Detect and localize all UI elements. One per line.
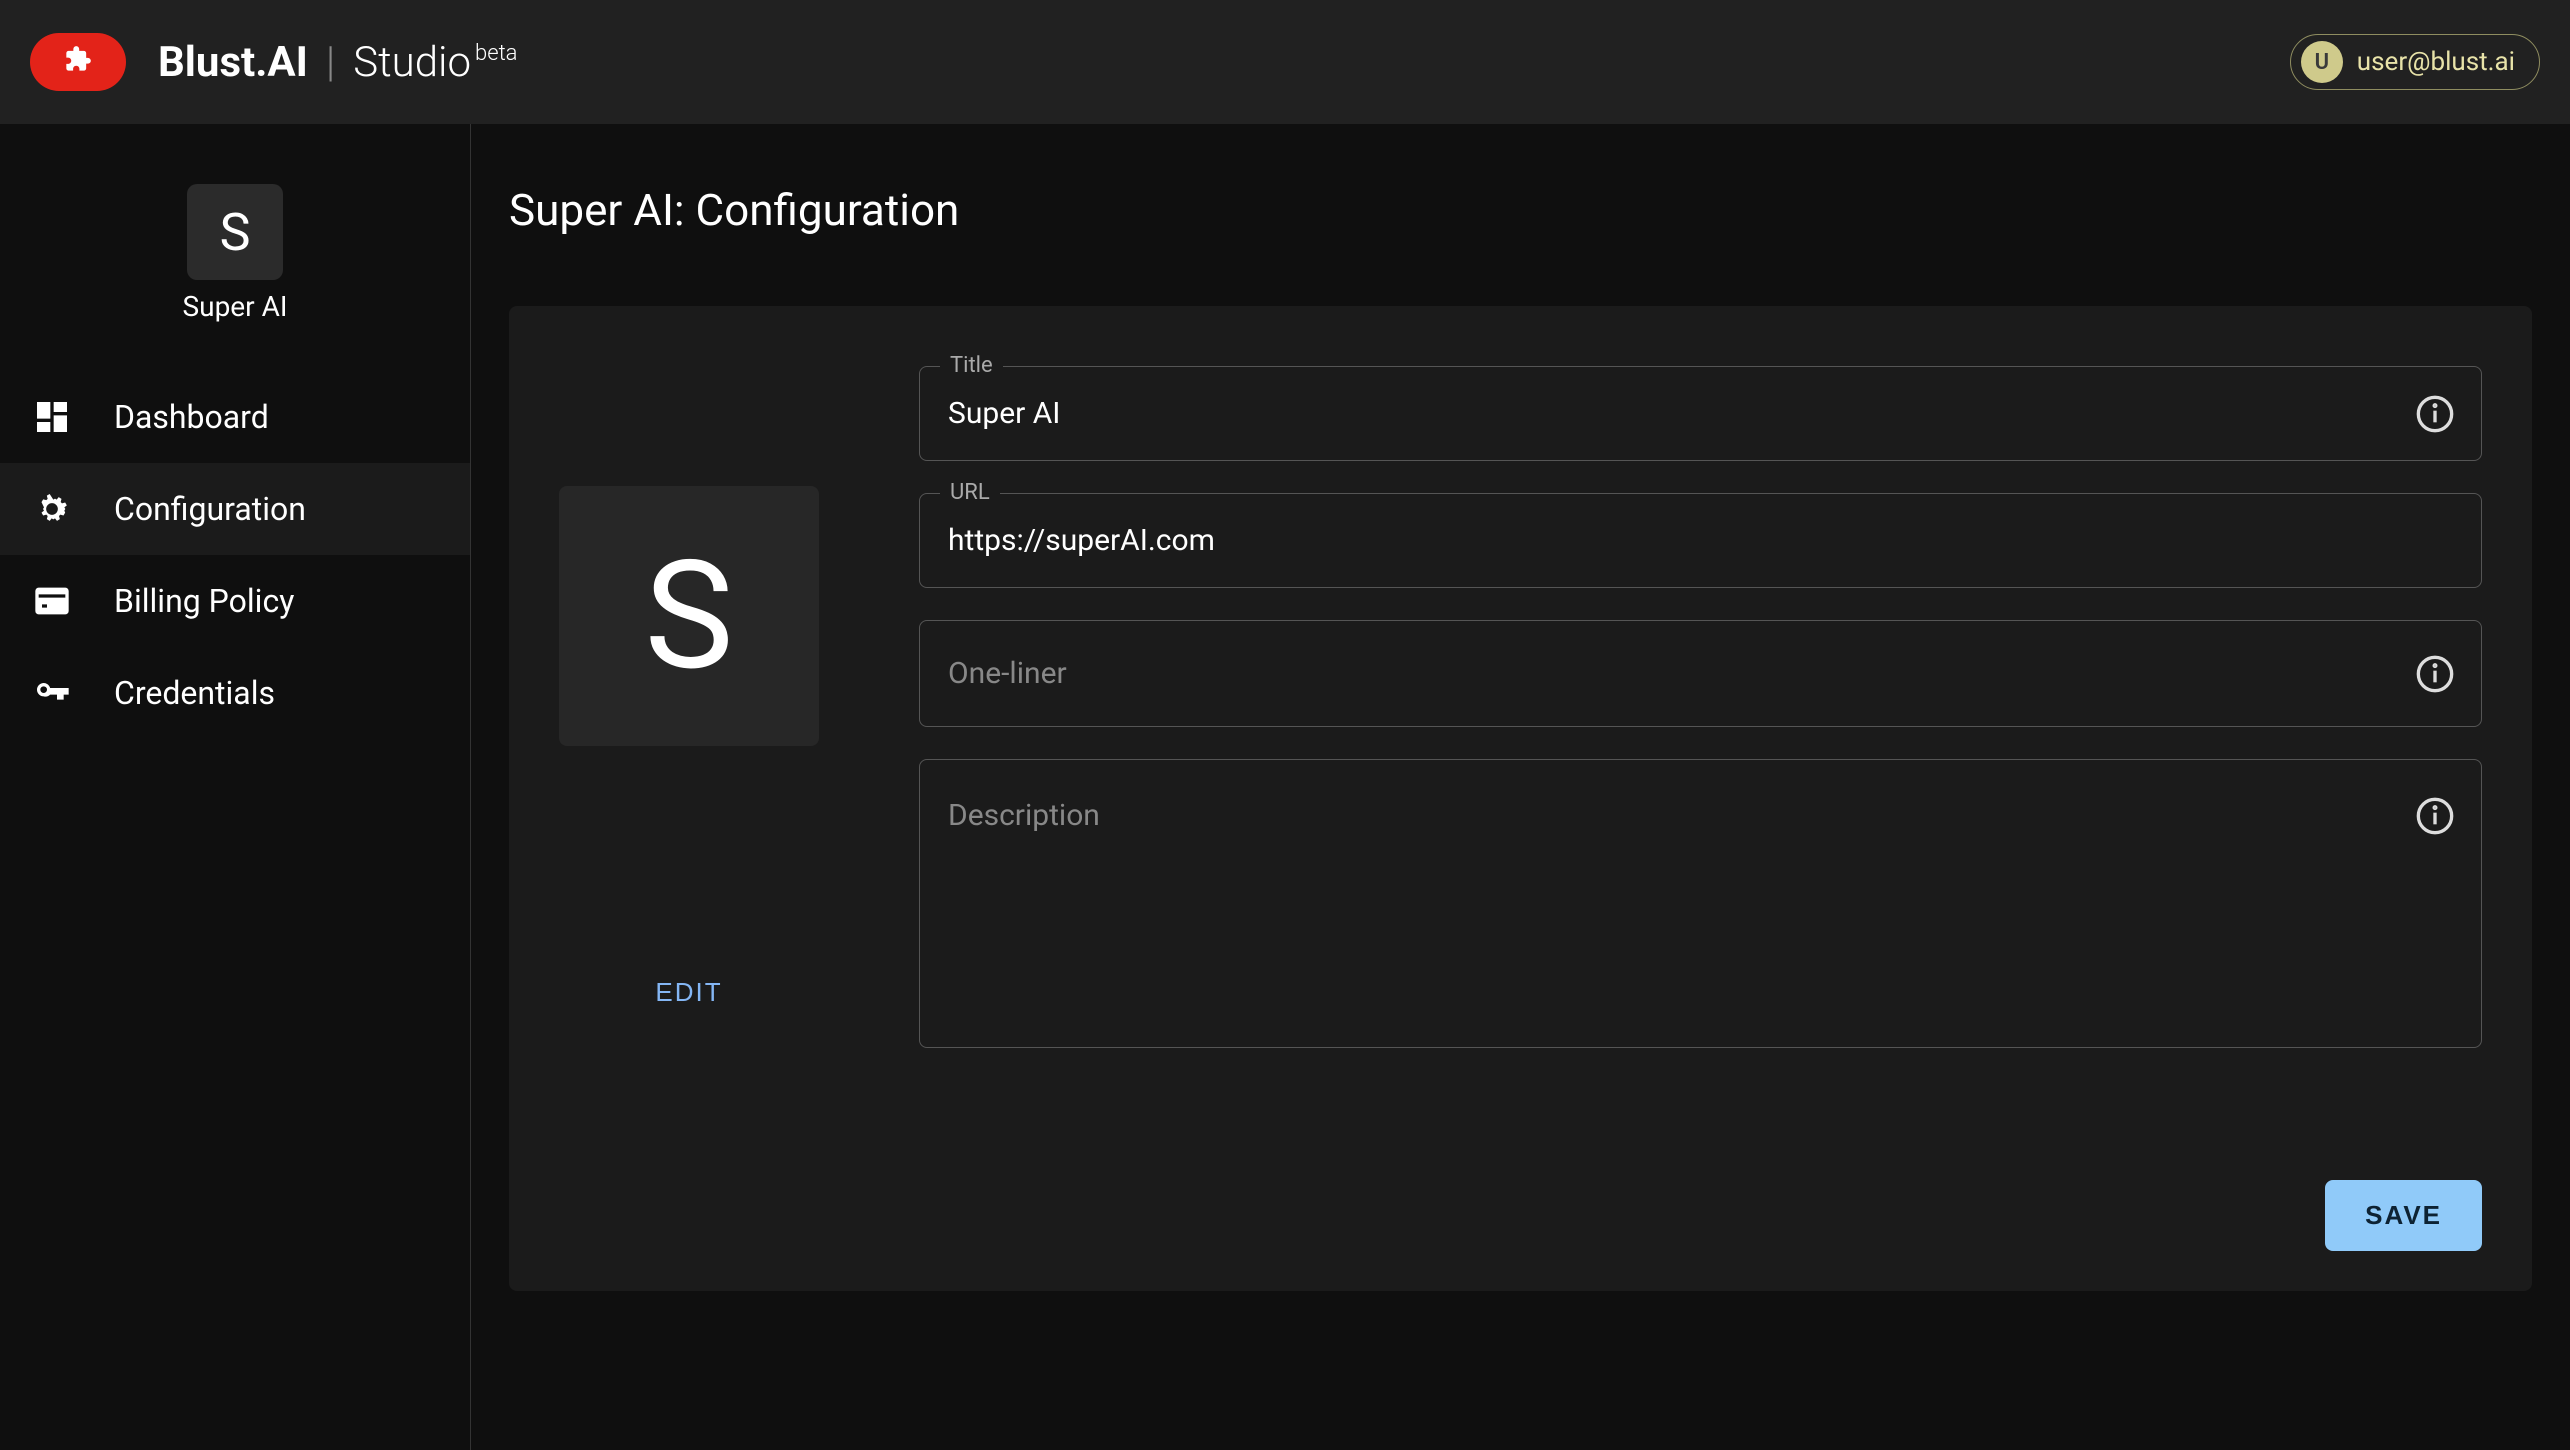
sidebar: S Super AI Dashboard Configuration Billi… (0, 124, 471, 1450)
dashboard-icon (30, 395, 74, 439)
billing-icon (30, 579, 74, 623)
oneliner-field-group (919, 620, 2482, 727)
title-input[interactable] (946, 395, 2459, 432)
project-avatar: S (187, 184, 283, 280)
sidebar-item-label: Billing Policy (114, 582, 294, 620)
puzzle-icon (64, 45, 92, 80)
sidebar-item-configuration[interactable]: Configuration (0, 463, 470, 555)
info-icon[interactable] (2415, 394, 2455, 434)
description-input[interactable] (946, 794, 2459, 1020)
app-logo[interactable] (30, 33, 126, 91)
brand-studio: Studio (353, 38, 471, 87)
page-title: Super AI: Configuration (509, 184, 2532, 236)
url-field-group: URL (919, 493, 2482, 588)
brand-beta: beta (475, 41, 517, 66)
description-field-group (919, 759, 2482, 1048)
sidebar-item-label: Configuration (114, 490, 306, 528)
title-field-group: Title (919, 366, 2482, 461)
key-icon (30, 671, 74, 715)
sidebar-item-dashboard[interactable]: Dashboard (0, 371, 470, 463)
config-card: S EDIT Title URL (509, 306, 2532, 1291)
main-content: Super AI: Configuration S EDIT Title (471, 124, 2570, 1450)
config-avatar: S (559, 486, 819, 746)
sidebar-item-billing[interactable]: Billing Policy (0, 555, 470, 647)
save-button[interactable]: SAVE (2325, 1180, 2482, 1251)
brand-main: Blust.AI (158, 38, 308, 87)
header-left: Blust.AI | Studio beta (30, 33, 517, 91)
user-email: user@blust.ai (2357, 47, 2515, 77)
brand-title: Blust.AI | Studio beta (158, 38, 517, 87)
url-input[interactable] (946, 522, 2459, 559)
url-label: URL (940, 480, 1000, 505)
user-menu[interactable]: U user@blust.ai (2290, 34, 2540, 90)
app-header: Blust.AI | Studio beta U user@blust.ai (0, 0, 2570, 124)
oneliner-input[interactable] (946, 655, 2459, 692)
brand-separator: | (326, 38, 335, 87)
sidebar-project: S Super AI (0, 184, 470, 323)
user-avatar: U (2301, 41, 2343, 83)
info-icon[interactable] (2415, 654, 2455, 694)
sidebar-item-label: Dashboard (114, 398, 269, 436)
gear-icon (30, 487, 74, 531)
sidebar-item-credentials[interactable]: Credentials (0, 647, 470, 739)
info-icon[interactable] (2415, 796, 2455, 836)
project-name: Super AI (0, 290, 470, 323)
title-label: Title (940, 353, 1003, 378)
sidebar-item-label: Credentials (114, 674, 275, 712)
edit-avatar-button[interactable]: EDIT (649, 976, 728, 1009)
